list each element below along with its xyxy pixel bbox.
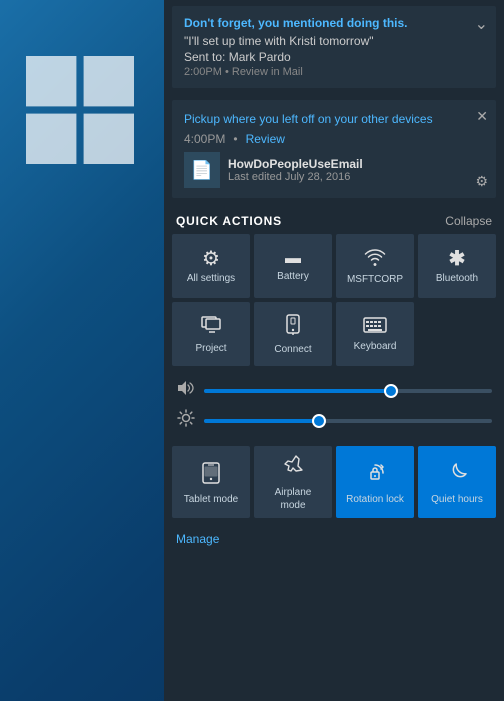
quick-actions-header: QUICK ACTIONS Collapse (164, 204, 504, 234)
brightness-icon (176, 409, 196, 432)
connect-icon (283, 314, 303, 340)
file-name: HowDoPeopleUseEmail (228, 157, 484, 171)
notif2-app-name: Pickup where you left off on your other … (184, 112, 433, 126)
volume-slider-row (176, 380, 492, 401)
quiet-hours-label: Quiet hours (431, 493, 483, 506)
project-label: Project (195, 343, 226, 355)
settings-icon: ⚙ (202, 249, 220, 269)
quick-actions-title: QUICK ACTIONS (176, 214, 282, 228)
tile-quiet-hours[interactable]: Quiet hours (418, 446, 496, 518)
brightness-slider-row (176, 409, 492, 432)
notif1-body-line1: "I'll set up time with Kristi tomorrow" (184, 34, 484, 48)
notif2-file-row: 📄 HowDoPeopleUseEmail Last edited July 2… (184, 152, 484, 188)
file-icon: 📄 (184, 152, 220, 188)
all-settings-label: All settings (187, 273, 235, 285)
battery-icon: ▬ (285, 251, 301, 267)
battery-label: Battery (277, 271, 309, 283)
volume-icon (176, 380, 196, 401)
bottom-tiles: Tablet mode Airplanemode Rot (164, 446, 504, 526)
volume-fill (204, 389, 391, 393)
tile-airplane-mode[interactable]: Airplanemode (254, 446, 332, 518)
quiet-hours-icon (445, 461, 469, 489)
project-icon (200, 315, 222, 339)
msftcorp-label: MSFTCORP (347, 274, 403, 286)
keyboard-label: Keyboard (354, 341, 397, 353)
manage-section: Manage (164, 526, 504, 556)
quick-actions-row1: ⚙ All settings ▬ Battery MSFTCORP ✱ Blue… (164, 234, 504, 302)
notif-settings-icon[interactable]: ⚙ (475, 173, 488, 190)
manage-link[interactable]: Manage (176, 532, 219, 546)
keyboard-icon (363, 317, 387, 337)
action-center-panel: Don't forget, you mentioned doing this. … (164, 0, 504, 701)
notif1-app-name: Don't forget, you mentioned doing this. (184, 16, 484, 30)
notif2-action: Review (246, 132, 285, 146)
tile-rotation-lock[interactable]: Rotation lock (336, 446, 414, 518)
quick-item-bluetooth[interactable]: ✱ Bluetooth (418, 234, 496, 298)
bluetooth-icon: ✱ (449, 249, 466, 269)
quick-actions-row2: Project Connect (164, 302, 504, 374)
brightness-fill (204, 419, 319, 423)
notification-card-1: Don't forget, you mentioned doing this. … (172, 6, 496, 88)
airplane-mode-label: Airplanemode (275, 486, 312, 512)
tile-tablet-mode[interactable]: Tablet mode (172, 446, 250, 518)
quick-item-battery[interactable]: ▬ Battery (254, 234, 332, 298)
connect-label: Connect (274, 344, 311, 356)
file-date: Last edited July 28, 2016 (228, 171, 484, 183)
brightness-track[interactable] (204, 419, 492, 423)
wifi-icon (364, 249, 386, 270)
notif1-body-line2: Sent to: Mark Pardo (184, 50, 484, 64)
quick-item-all-settings[interactable]: ⚙ All settings (172, 234, 250, 298)
empty-cell (418, 302, 496, 366)
sliders-section (164, 374, 504, 446)
rotation-lock-icon (363, 461, 387, 489)
volume-thumb[interactable] (384, 384, 398, 398)
close-icon[interactable]: ✕ (476, 108, 488, 125)
brightness-thumb[interactable] (312, 414, 326, 428)
airplane-icon (281, 454, 305, 482)
tablet-mode-icon (199, 461, 223, 489)
quick-item-keyboard[interactable]: Keyboard (336, 302, 414, 366)
quick-item-project[interactable]: Project (172, 302, 250, 366)
windows-logo (20, 50, 140, 170)
tablet-mode-label: Tablet mode (184, 493, 238, 506)
file-info: HowDoPeopleUseEmail Last edited July 28,… (228, 157, 484, 183)
collapse-button[interactable]: Collapse (445, 214, 492, 228)
volume-track[interactable] (204, 389, 492, 393)
bluetooth-label: Bluetooth (436, 273, 478, 285)
rotation-lock-label: Rotation lock (346, 493, 404, 506)
notif2-time: 4:00PM (184, 132, 225, 146)
notification-card-2: Pickup where you left off on your other … (172, 100, 496, 198)
quick-item-connect[interactable]: Connect (254, 302, 332, 366)
expand-icon[interactable]: ⌄ (475, 14, 488, 34)
quick-item-msftcorp[interactable]: MSFTCORP (336, 234, 414, 298)
notif1-meta: 2:00PM • Review in Mail (184, 66, 484, 78)
